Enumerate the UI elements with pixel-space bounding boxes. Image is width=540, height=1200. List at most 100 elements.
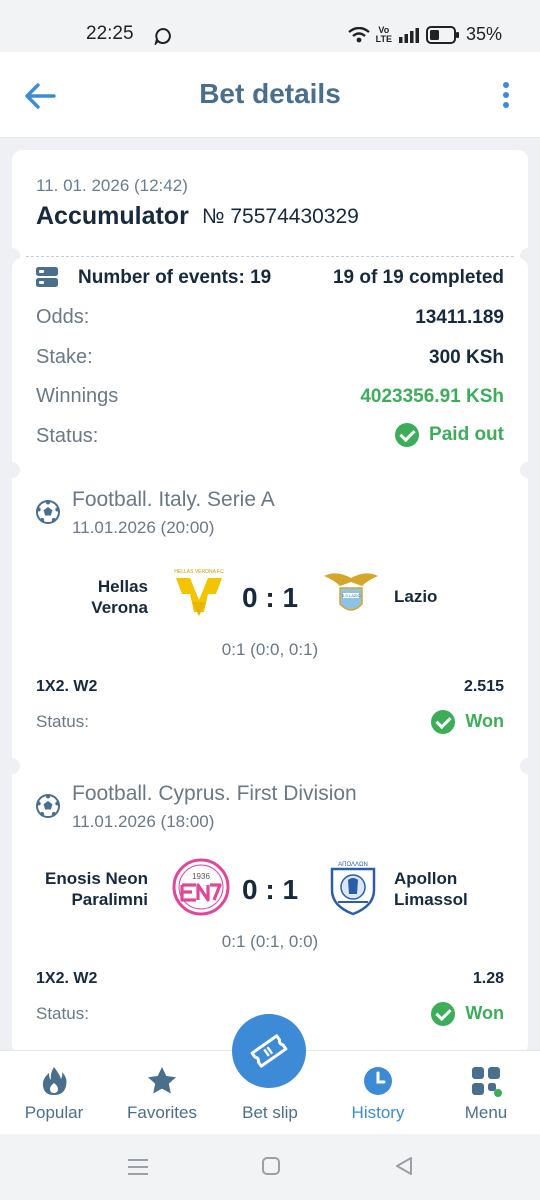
signal-icon <box>398 27 419 43</box>
event-card[interactable]: Football. Italy. Serie A 11.01.2026 (20:… <box>4 462 536 766</box>
lazio-logo: S.S.LAZIO <box>324 573 378 611</box>
nav-history[interactable]: History <box>324 1051 432 1135</box>
event-status-value: Won <box>465 710 504 731</box>
away-team-line: Lazio <box>394 587 438 606</box>
away-team: Lazio <box>394 586 437 607</box>
winnings-label: Winnings <box>36 385 119 407</box>
svg-text:1936: 1936 <box>192 872 210 881</box>
nav-label: Popular <box>24 1103 84 1122</box>
message-icon <box>154 27 171 45</box>
clock-icon <box>364 1067 392 1095</box>
battery-percent: 35% <box>465 24 502 44</box>
star-icon <box>148 1067 176 1094</box>
status-time: 22:25 <box>86 23 134 44</box>
recent-apps-icon[interactable] <box>127 1158 149 1176</box>
system-nav-bar <box>0 1134 540 1200</box>
more-options-icon[interactable] <box>502 82 510 110</box>
home-team: Hellas Verona <box>91 576 148 618</box>
away-team: Apollon Limassol <box>394 868 468 910</box>
ticket-notch <box>520 758 536 774</box>
home-team-line: Hellas <box>97 577 148 596</box>
divider <box>26 256 514 257</box>
event-card[interactable]: Football. Cyprus. First Division 11.01.2… <box>4 758 536 1054</box>
odds-row: Odds: 13411.189 <box>36 304 504 334</box>
events-completed: 19 of 19 completed <box>332 267 504 288</box>
event-score-detail: 0:1 (0:1, 0:0) <box>221 932 319 951</box>
fire-icon <box>42 1067 67 1095</box>
event-score-detail: 0:1 (0:0, 0:1) <box>221 640 319 659</box>
event-market: 1X2. W2 <box>36 678 98 695</box>
status-value-wrap: Paid out <box>395 423 504 447</box>
check-circle-icon <box>431 710 456 734</box>
event-date: 11.01.2026 (20:00) <box>72 518 215 537</box>
battery-icon <box>425 25 459 44</box>
event-status: Won <box>431 710 504 734</box>
nav-favorites[interactable]: Favorites <box>108 1051 216 1135</box>
event-status-label: Status: <box>36 1004 89 1023</box>
bet-number: № 75574430329 <box>202 205 359 228</box>
event-league: Football. Cyprus. First Division <box>72 782 357 805</box>
home-team-line: Enosis Neon <box>45 869 148 888</box>
bet-type: Accumulator <box>36 202 189 230</box>
status-value: Paid out <box>429 424 504 446</box>
winnings-value: 4023356.91 KSh <box>360 386 504 407</box>
event-score: 0 : 1 <box>241 582 299 613</box>
apollon-limassol-logo: ΑΠΟΛΛΩΝ <box>330 862 376 916</box>
away-team-line: Limassol <box>394 890 468 909</box>
bet-datetime: 11. 01. 2026 (12:42) <box>36 176 188 195</box>
nav-menu[interactable]: Menu <box>432 1051 540 1135</box>
status-row: Status: Paid out <box>36 423 504 453</box>
stake-row: Stake: 300 KSh <box>36 344 504 374</box>
hellas-verona-logo: HELLAS VERONA FC <box>174 569 224 616</box>
nav-label: Favorites <box>127 1103 197 1122</box>
event-score: 0 : 1 <box>241 874 299 905</box>
event-market: 1X2. W2 <box>36 970 98 987</box>
winnings-row: Winnings 4023356.91 KSh <box>36 383 504 413</box>
home-team-line: Paralimni <box>71 890 148 909</box>
football-icon <box>36 794 60 818</box>
events-list-icon <box>36 267 58 287</box>
grid-menu-icon <box>472 1067 502 1097</box>
nav-popular[interactable]: Popular <box>0 1051 108 1135</box>
enosis-neon-paralimni-logo: 1936 <box>172 858 230 916</box>
ticket-notch <box>4 758 20 774</box>
home-icon[interactable] <box>261 1156 281 1176</box>
event-league: Football. Italy. Serie A <box>72 488 275 511</box>
stake-label: Stake: <box>36 346 93 368</box>
football-icon <box>36 500 60 524</box>
events-row: Number of events: 19 19 of 19 completed <box>36 258 504 288</box>
event-status-value: Won <box>465 1002 504 1023</box>
nav-label: Bet slip <box>242 1103 298 1122</box>
event-date: 11.01.2026 (18:00) <box>72 812 215 831</box>
events-count: Number of events: 19 <box>78 267 272 288</box>
svg-text:HELLAS VERONA FC: HELLAS VERONA FC <box>174 569 224 575</box>
event-odds: 2.515 <box>463 678 504 695</box>
ticket-icon <box>250 1034 288 1068</box>
check-circle-icon <box>395 423 420 447</box>
odds-value: 13411.189 <box>415 307 504 328</box>
page-title: Bet details <box>199 78 341 109</box>
svg-text:S.S.LAZIO: S.S.LAZIO <box>341 593 360 598</box>
status-bar: 22:25 Vo LTE 35% <box>0 0 540 52</box>
nav-label: History <box>351 1103 405 1122</box>
stake-value: 300 KSh <box>429 347 504 368</box>
wifi-icon <box>347 26 370 42</box>
check-circle-icon <box>431 1002 456 1026</box>
app-header: Bet details <box>0 52 540 138</box>
ticket-notch <box>520 462 536 478</box>
status-label: Status: <box>36 425 99 447</box>
svg-text:ΑΠΟΛΛΩΝ: ΑΠΟΛΛΩΝ <box>338 862 368 868</box>
home-team: Enosis Neon Paralimni <box>45 868 148 910</box>
ticket-notch <box>4 462 20 478</box>
event-status: Won <box>431 1002 504 1026</box>
volte-bottom: LTE <box>375 33 392 44</box>
odds-label: Odds: <box>36 306 90 328</box>
bet-header-card: 11. 01. 2026 (12:42) Accumulator № 75574… <box>4 150 536 264</box>
home-team-line: Verona <box>91 598 148 617</box>
event-status-label: Status: <box>36 712 89 731</box>
bet-slip-button[interactable] <box>232 1014 306 1088</box>
away-team-line: Apollon <box>394 869 458 888</box>
volte-icon: Vo LTE <box>375 25 392 44</box>
bet-summary-card: Number of events: 19 19 of 19 completed … <box>4 258 536 480</box>
system-back-icon[interactable] <box>394 1156 414 1176</box>
